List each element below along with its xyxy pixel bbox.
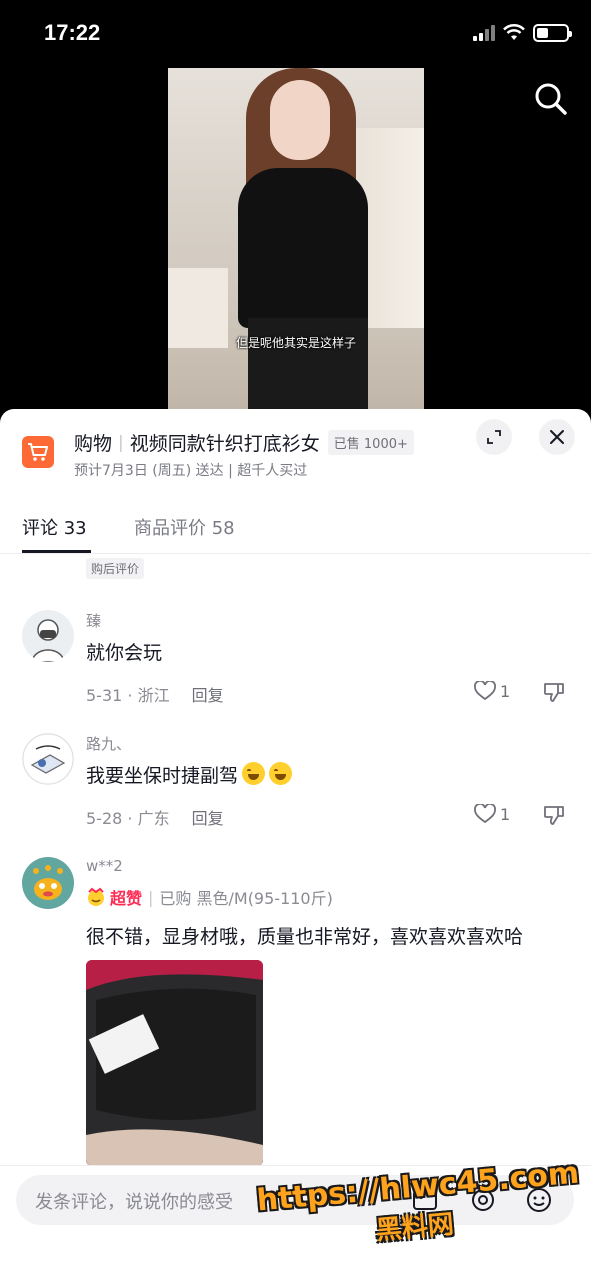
status-icons: [473, 24, 572, 42]
video-person-top: [238, 168, 368, 328]
comment-text: 我要坐保时捷副驾: [86, 765, 239, 787]
super-like-label: 超赞: [110, 889, 143, 908]
expand-button[interactable]: [476, 419, 512, 455]
video-player[interactable]: 但是呢他其实是这样子: [168, 68, 424, 418]
close-icon: [550, 430, 564, 444]
tab-product-reviews[interactable]: 商品评价 58: [134, 514, 235, 540]
post-purchase-review-tag: 购后评价: [86, 558, 145, 579]
comment-author[interactable]: 臻: [86, 610, 101, 631]
expand-icon: [487, 430, 501, 444]
review-photo[interactable]: [86, 960, 263, 1165]
comment-list[interactable]: 购后评价 臻 就你会玩 5-31 · 浙江 回复 1 路九、 我要坐保时捷副驾 …: [0, 555, 591, 1165]
sold-count-badge: 已售 1000+: [327, 430, 414, 455]
thumbs-down-icon: [543, 806, 564, 825]
comment-text: 就你会玩: [86, 642, 163, 664]
divider: |: [148, 887, 154, 907]
tab-comments[interactable]: 评论 33: [22, 514, 87, 540]
heart-icon: [474, 804, 496, 824]
comment-meta: 5-31 · 浙江 回复: [86, 682, 224, 706]
laughing-crying-emoji-icon: [242, 762, 266, 785]
purchase-info: 已购 黑色/M(95-110斤): [159, 889, 333, 908]
close-button[interactable]: [539, 419, 575, 455]
avatar[interactable]: [22, 857, 74, 909]
wifi-icon: [503, 24, 525, 40]
buyer-info-row: 超赞 | 已购 黑色/M(95-110斤): [86, 885, 333, 909]
active-tab-indicator: [22, 550, 91, 553]
video-person-skirt: [248, 318, 368, 418]
status-bar: 17:22: [0, 0, 591, 70]
dislike-button[interactable]: [543, 804, 565, 830]
comment-text: 很不错，显身材哦，质量也非常好，喜欢喜欢喜欢哈: [86, 926, 524, 948]
comment-meta: 5-28 · 广东 回复: [86, 805, 224, 829]
video-caption: 但是呢他其实是这样子: [235, 336, 356, 350]
dislike-button[interactable]: [543, 681, 565, 707]
comment-input-placeholder: 发条评论，说说你的感受: [35, 1192, 233, 1213]
comment-author[interactable]: 路九、: [86, 733, 131, 754]
battery-icon: [533, 24, 572, 42]
heart-icon: [474, 681, 496, 701]
laughing-crying-emoji-icon: [269, 762, 293, 785]
comment-date-location: 5-28 · 广东: [86, 809, 170, 828]
like-button[interactable]: 1: [474, 681, 510, 701]
status-time: 17:22: [44, 20, 101, 45]
search-button[interactable]: [532, 80, 570, 118]
product-title: 视频同款针织打底衫女: [129, 433, 320, 455]
super-like-badge-icon: [88, 887, 104, 906]
comment-date-location: 5-31 · 浙江: [86, 686, 170, 705]
cellular-signal-icon: [473, 25, 495, 41]
divider: |: [118, 432, 124, 453]
like-count: 1: [500, 681, 511, 701]
shopping-cart-icon: [22, 436, 54, 468]
thumbs-down-icon: [543, 683, 564, 702]
product-card[interactable]: 购物 | 视频同款针织打底衫女 已售 1000+ 预计7月3日 (周五) 送达 …: [0, 409, 591, 499]
product-delivery: 预计7月3日 (周五) 送达 | 超千人买过: [74, 463, 308, 479]
reply-button[interactable]: 回复: [192, 809, 224, 828]
search-icon: [535, 83, 567, 115]
avatar[interactable]: [22, 610, 74, 662]
comment-tabs: 评论 33 商品评价 58: [0, 501, 591, 554]
product-title-row: 购物 | 视频同款针织打底衫女 已售 1000+: [74, 429, 414, 456]
comment-author[interactable]: w**2: [86, 857, 123, 875]
comment-sheet: 购物 | 视频同款针织打底衫女 已售 1000+ 预计7月3日 (周五) 送达 …: [0, 409, 591, 1280]
comment-text-row: 我要坐保时捷副驾: [86, 761, 293, 788]
like-button[interactable]: 1: [474, 804, 510, 824]
avatar[interactable]: [22, 733, 74, 785]
reply-button[interactable]: 回复: [192, 686, 224, 705]
video-person-face: [270, 80, 330, 160]
like-count: 1: [500, 804, 511, 824]
product-category: 购物: [74, 433, 113, 455]
